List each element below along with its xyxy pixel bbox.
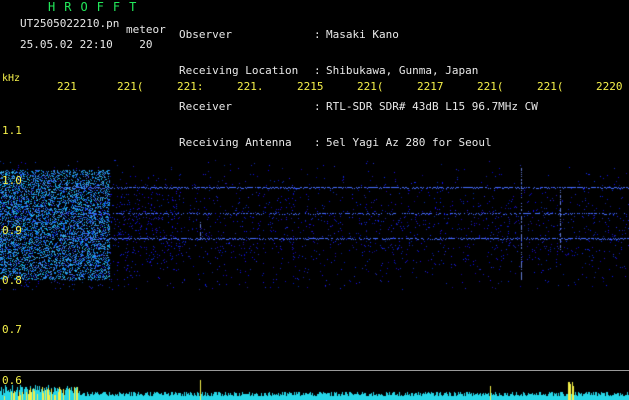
file-suffix: meteor	[126, 23, 166, 36]
time-tick: 2217	[417, 80, 444, 93]
time-tick: 221:	[177, 80, 204, 93]
file-name: UT2505022210.pn	[20, 17, 120, 30]
date-time: 25.05.02 22:10 20	[20, 39, 152, 51]
info-value-antenna: 5el Yagi Az 280 for Seoul	[326, 136, 492, 149]
time-tick: 221.	[237, 80, 264, 93]
freq-tick: 0.8	[2, 274, 22, 287]
time-tick: 2220	[596, 80, 623, 93]
program-title: HROFFT	[48, 0, 146, 14]
minute-value: 20	[139, 38, 153, 51]
time-tick: 221(	[117, 80, 144, 93]
time-tick: 221(	[477, 80, 504, 93]
freq-tick: 0.9	[2, 224, 22, 237]
info-label-location: Receiving Location	[179, 64, 299, 77]
info-value-receiver: RTL-SDR SDR# 43dB L15 96.7MHz CW	[326, 100, 538, 113]
reference-line	[0, 370, 629, 371]
y-axis-unit: kHz	[2, 73, 21, 84]
info-label-observer: Observer	[179, 28, 232, 41]
time-tick: 221(	[357, 80, 384, 93]
freq-tick: 0.6	[2, 374, 22, 387]
hrofft-screen: { "program": { "title": "HROFFT" }, "fil…	[0, 0, 629, 400]
info-value-location: Shibukawa, Gunma, Japan	[326, 64, 479, 77]
date-time-value: 25.05.02 22:10	[20, 38, 113, 51]
freq-tick: 1.0	[2, 174, 22, 187]
freq-tick: 0.7	[2, 323, 22, 336]
info-value-observer: Masaki Kano	[326, 28, 399, 41]
time-tick: 2215	[297, 80, 324, 93]
time-tick: 221	[57, 80, 77, 93]
info-label-antenna: Receiving Antenna	[179, 136, 292, 149]
freq-tick: 1.1	[2, 124, 22, 137]
time-tick: 221(	[537, 80, 564, 93]
info-label-receiver: Receiver	[179, 100, 232, 113]
